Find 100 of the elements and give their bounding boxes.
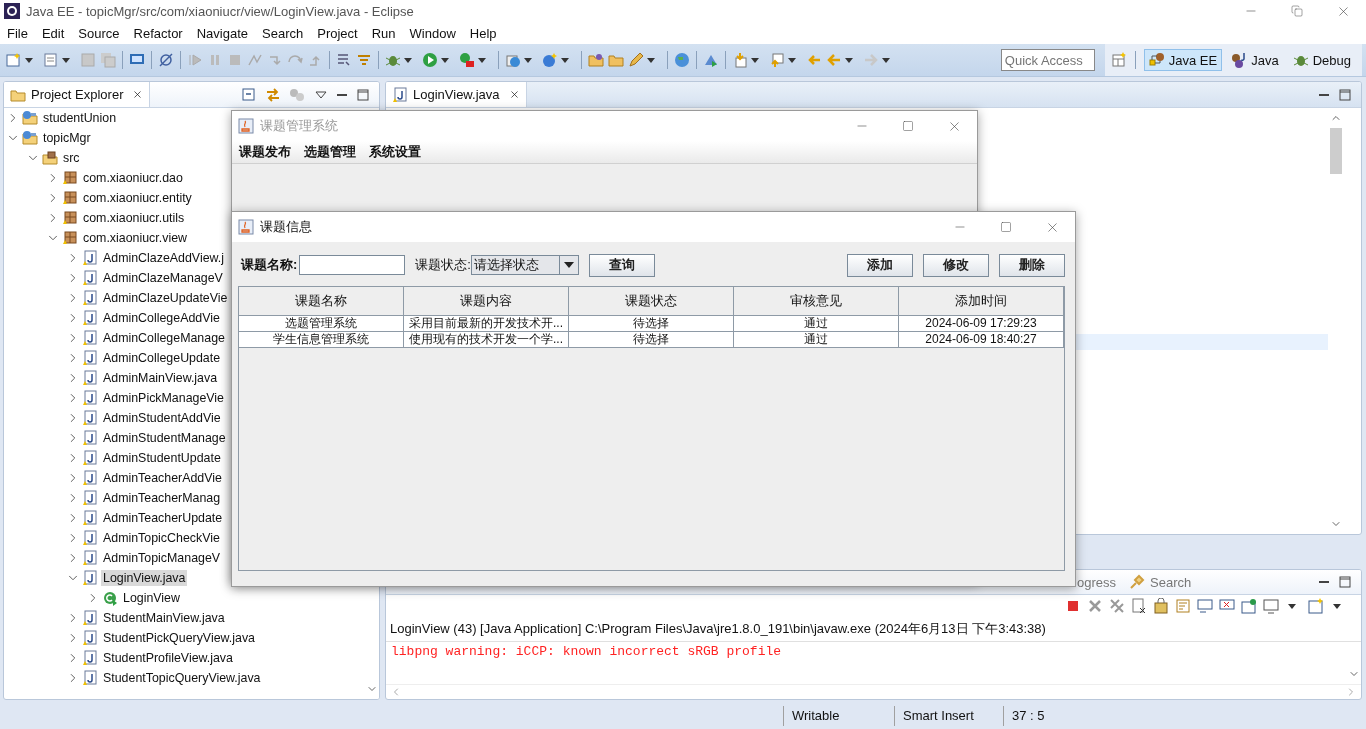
caret-icon[interactable] <box>647 57 655 63</box>
action-button[interactable]: 删除 <box>999 253 1065 277</box>
tree-item[interactable]: AdminClazeUpdateVie <box>101 290 230 306</box>
status-dropdown[interactable]: 请选择状态 <box>470 255 579 275</box>
tree-item[interactable]: topicMgr <box>41 130 93 146</box>
java-file-icon <box>82 390 98 406</box>
column-header[interactable]: 添加时间 <box>899 287 1064 316</box>
tree-item[interactable]: com.xiaoniucr.entity <box>81 190 194 206</box>
menu-item[interactable]: 选题管理 <box>297 143 362 161</box>
caret-icon[interactable] <box>524 57 532 63</box>
tree-item[interactable]: com.xiaoniucr.dao <box>81 170 185 186</box>
java-file-icon <box>82 650 98 666</box>
tree-item[interactable]: AdminTopicManageV <box>101 550 223 566</box>
caret-icon[interactable] <box>845 57 853 63</box>
caret-icon[interactable] <box>1288 603 1296 609</box>
table-cell: 使用现有的技术开发一个学... <box>404 332 569 348</box>
field-label: 课题状态: <box>415 256 471 274</box>
scroll-thumb[interactable] <box>1330 128 1342 174</box>
menu-item[interactable]: Window <box>402 25 463 41</box>
menu-item[interactable]: Help <box>462 25 504 41</box>
tree-item[interactable]: AdminTeacherUpdate <box>101 510 225 526</box>
tree-item[interactable]: AdminClazeAddView.j <box>101 250 226 266</box>
editor-tab[interactable]: LoginView.java <box>386 82 527 107</box>
tree-item[interactable]: AdminStudentUpdate <box>101 450 223 466</box>
caret-icon[interactable] <box>1333 603 1341 609</box>
caret-icon[interactable] <box>478 57 486 63</box>
pencil-icon <box>628 52 644 68</box>
menu-item[interactable]: Run <box>364 25 403 41</box>
caret-icon[interactable] <box>751 57 759 63</box>
column-header[interactable]: 课题内容 <box>404 287 569 316</box>
minimize-icon[interactable] <box>1319 93 1329 96</box>
caret-icon[interactable] <box>404 57 412 63</box>
tree-item[interactable]: StudentMainView.java <box>101 610 227 626</box>
tree-item[interactable]: AdminTopicCheckVie <box>101 530 222 546</box>
column-header[interactable]: 审核意见 <box>734 287 899 316</box>
tree-item[interactable]: StudentPickQueryView.java <box>101 630 257 646</box>
perspective-button[interactable]: Java <box>1226 49 1284 71</box>
new-server-icon <box>505 52 521 68</box>
tree-item[interactable]: AdminMainView.java <box>101 370 220 386</box>
tree-item[interactable]: StudentTopicQueryView.java <box>101 670 263 686</box>
query-button[interactable]: 查询 <box>588 253 655 277</box>
view-tab[interactable]: Project Explorer <box>4 82 151 107</box>
tree-item[interactable]: StudentProfileView.java <box>101 650 235 666</box>
topic-name-field[interactable] <box>299 255 406 275</box>
menu-item[interactable]: Edit <box>34 25 72 41</box>
tree-item[interactable]: com.xiaoniucr.view <box>81 230 189 246</box>
tree-item[interactable]: AdminPickManageVie <box>101 390 226 406</box>
menu-item[interactable]: Search <box>255 25 311 41</box>
action-button[interactable]: 修改 <box>923 253 989 277</box>
caret-icon[interactable] <box>561 57 569 63</box>
java-file-icon <box>82 290 98 306</box>
forward-icon <box>863 52 879 68</box>
new-console-icon <box>1308 598 1324 614</box>
view-tab[interactable]: Search <box>1123 570 1199 595</box>
menu-item[interactable]: Source <box>71 25 127 41</box>
menu-item[interactable]: Navigate <box>189 25 255 41</box>
tree-item[interactable]: AdminTeacherManag <box>101 490 223 506</box>
caret-icon[interactable] <box>25 57 33 63</box>
java-cup-icon <box>238 118 254 134</box>
menu-item[interactable]: Project <box>310 25 365 41</box>
tree-item[interactable]: AdminCollegeManage <box>101 330 227 346</box>
menu-item[interactable]: 课题发布 <box>232 143 297 161</box>
tree-item[interactable]: AdminCollegeUpdate <box>101 350 223 366</box>
menu-item[interactable]: File <box>0 25 35 41</box>
caret-icon[interactable] <box>441 57 449 63</box>
run-toolbox-icon <box>459 52 475 68</box>
tree-item[interactable]: AdminCollegeAddVie <box>101 310 222 326</box>
tree-item[interactable]: AdminClazeManageV <box>101 270 225 286</box>
tree-item[interactable]: LoginView.java <box>101 570 188 586</box>
close-icon[interactable] <box>508 89 520 100</box>
minimize-icon[interactable] <box>337 93 347 96</box>
perspective-button[interactable]: Debug <box>1287 49 1356 71</box>
caret-icon[interactable] <box>788 57 796 63</box>
tree-item[interactable]: AdminStudentAddVie <box>101 410 223 426</box>
tree-item[interactable]: LoginView <box>121 590 182 606</box>
java-cup-icon <box>238 219 254 235</box>
quick-access-field[interactable]: Quick Access <box>1000 49 1095 71</box>
java-file-icon <box>82 350 98 366</box>
close-icon[interactable] <box>132 89 144 100</box>
java-file-icon <box>82 330 98 346</box>
menu-item[interactable]: 系统设置 <box>362 143 427 161</box>
tree-item[interactable]: studentUnion <box>41 110 119 126</box>
tree-item[interactable]: AdminStudentManage <box>101 430 228 446</box>
perspective-button[interactable]: Java EE <box>1143 49 1223 71</box>
tree-item[interactable]: com.xiaoniucr.utils <box>81 210 187 226</box>
column-header[interactable]: 课题名称 <box>239 287 404 316</box>
tree-item[interactable]: AdminTeacherAddVie <box>101 470 224 486</box>
new-class-icon <box>542 52 558 68</box>
maximize-icon <box>1000 221 1012 233</box>
column-header[interactable]: 课题状态 <box>569 287 734 316</box>
tree-item[interactable]: src <box>61 150 82 166</box>
open-folder-icon <box>588 52 604 68</box>
package-icon <box>62 170 78 186</box>
action-button[interactable]: 添加 <box>847 253 913 277</box>
run-icon <box>422 52 438 68</box>
menu-item[interactable]: Refactor <box>126 25 190 41</box>
caret-icon[interactable] <box>882 57 890 63</box>
java-file-icon <box>82 470 98 486</box>
caret-icon[interactable] <box>62 57 70 63</box>
display-console-icon <box>1263 598 1279 614</box>
